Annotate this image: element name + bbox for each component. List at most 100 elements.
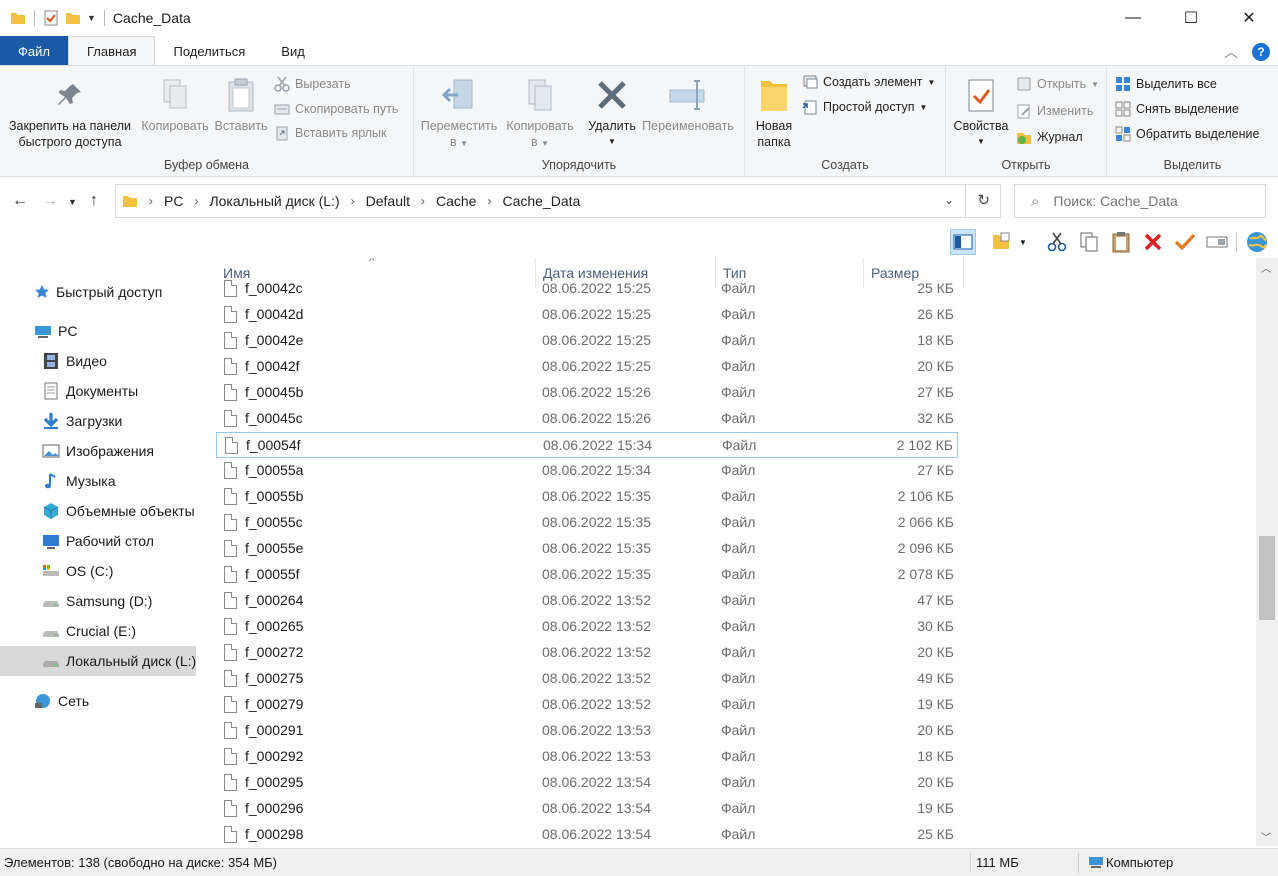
- address-bar[interactable]: › PC › Локальный диск (L:) › Default › C…: [115, 184, 1001, 218]
- nav-item-pc[interactable]: PC: [0, 316, 196, 346]
- nav-item-documents[interactable]: Документы: [0, 376, 196, 406]
- preview-pane-button[interactable]: [950, 229, 976, 255]
- table-row[interactable]: f_00055e 08.06.2022 15:35 Файл 2 096 КБ: [216, 536, 958, 562]
- table-row[interactable]: f_00042c 08.06.2022 15:25 Файл 25 КБ: [216, 276, 958, 302]
- select-none-button[interactable]: Снять выделение: [1115, 101, 1239, 117]
- copy-to-button[interactable]: Копировать в ▼: [500, 72, 580, 152]
- easy-access-button[interactable]: Простой доступ ▼: [802, 99, 927, 115]
- table-row[interactable]: f_000292 08.06.2022 13:53 Файл 18 КБ: [216, 744, 958, 770]
- vertical-scrollbar[interactable]: ︿ ﹀: [1256, 258, 1278, 846]
- delete-toolbar-button[interactable]: [1140, 229, 1166, 255]
- up-arrow-icon[interactable]: ↑: [90, 192, 98, 210]
- close-button[interactable]: ✕: [1220, 0, 1278, 36]
- scroll-down-arrow-icon[interactable]: ﹀: [1261, 829, 1271, 844]
- table-row[interactable]: f_000265 08.06.2022 13:52 Файл 30 КБ: [216, 614, 958, 640]
- details-pane-button[interactable]: [988, 229, 1014, 255]
- table-row[interactable]: f_000295 08.06.2022 13:54 Файл 20 КБ: [216, 770, 958, 796]
- cut-button[interactable]: Вырезать: [274, 76, 351, 92]
- breadcrumb-chevron-icon[interactable]: ›: [421, 194, 425, 208]
- table-row[interactable]: f_000272 08.06.2022 13:52 Файл 20 КБ: [216, 640, 958, 666]
- back-arrow-icon[interactable]: ←: [12, 192, 28, 210]
- history-button[interactable]: Журнал: [1016, 129, 1083, 145]
- refresh-icon[interactable]: ↻: [977, 191, 990, 209]
- customize-qa-dropdown-icon[interactable]: ▼: [87, 13, 96, 23]
- tab-file[interactable]: Файл: [0, 36, 68, 66]
- delete-button[interactable]: Удалить ▼: [584, 72, 640, 150]
- table-row[interactable]: f_000291 08.06.2022 13:53 Файл 20 КБ: [216, 718, 958, 744]
- nav-item-downloads[interactable]: Загрузки: [0, 406, 196, 436]
- nav-item-drive-d[interactable]: Samsung (D:): [0, 586, 196, 616]
- new-folder-icon[interactable]: [65, 10, 81, 26]
- table-row[interactable]: f_00055b 08.06.2022 15:35 Файл 2 106 КБ: [216, 484, 958, 510]
- breadcrumb-chevron-icon[interactable]: ›: [194, 194, 198, 208]
- copy-button[interactable]: Копировать: [138, 72, 212, 134]
- search-input[interactable]: [1053, 193, 1254, 209]
- table-row[interactable]: f_000296 08.06.2022 13:54 Файл 19 КБ: [216, 796, 958, 822]
- network-globe-button[interactable]: [1244, 229, 1270, 255]
- address-history-chevron-icon[interactable]: ⌄: [944, 193, 954, 207]
- paste-toolbar-button[interactable]: [1108, 229, 1134, 255]
- nav-item-network[interactable]: Сеть: [0, 686, 196, 716]
- forward-arrow-icon[interactable]: →: [42, 192, 58, 210]
- edit-button[interactable]: Изменить: [1016, 103, 1093, 119]
- properties-check-icon[interactable]: [43, 10, 59, 26]
- breadcrumb-pc[interactable]: PC: [164, 193, 183, 209]
- table-row[interactable]: f_00042f 08.06.2022 15:25 Файл 20 КБ: [216, 354, 958, 380]
- nav-item-3d-objects[interactable]: Объемные объекты: [0, 496, 196, 526]
- recent-locations-chevron-icon[interactable]: ▼: [68, 197, 77, 207]
- table-row[interactable]: f_000279 08.06.2022 13:52 Файл 19 КБ: [216, 692, 958, 718]
- table-row[interactable]: f_00054f 08.06.2022 15:34 Файл 2 102 КБ: [216, 432, 958, 458]
- table-row[interactable]: f_000298 08.06.2022 13:54 Файл 25 КБ: [216, 822, 958, 846]
- nav-item-drive-e[interactable]: Crucial (E:): [0, 616, 196, 646]
- table-row[interactable]: f_00045b 08.06.2022 15:26 Файл 27 КБ: [216, 380, 958, 406]
- cut-toolbar-button[interactable]: [1044, 229, 1070, 255]
- breadcrumb-chevron-icon[interactable]: ›: [487, 194, 491, 208]
- nav-item-drive-c[interactable]: OS (C:): [0, 556, 196, 586]
- table-row[interactable]: f_00055f 08.06.2022 15:35 Файл 2 078 КБ: [216, 562, 958, 588]
- invert-selection-button[interactable]: Обратить выделение: [1115, 126, 1259, 142]
- tab-view[interactable]: Вид: [263, 36, 323, 66]
- nav-item-desktop[interactable]: Рабочий стол: [0, 526, 196, 556]
- table-row[interactable]: f_00042e 08.06.2022 15:25 Файл 18 КБ: [216, 328, 958, 354]
- paste-shortcut-button[interactable]: Вставить ярлык: [274, 125, 387, 141]
- help-icon[interactable]: ?: [1252, 43, 1270, 61]
- table-row[interactable]: f_000264 08.06.2022 13:52 Файл 47 КБ: [216, 588, 958, 614]
- paste-button[interactable]: Вставить: [212, 72, 270, 134]
- rename-toolbar-button[interactable]: [1204, 229, 1230, 255]
- table-row[interactable]: f_00055c 08.06.2022 15:35 Файл 2 066 КБ: [216, 510, 958, 536]
- new-folder-button[interactable]: Новая папка: [749, 72, 799, 150]
- breadcrumb-local-disk[interactable]: Локальный диск (L:): [209, 193, 339, 209]
- nav-item-video[interactable]: Видео: [0, 346, 196, 376]
- breadcrumb-cache[interactable]: Cache: [436, 193, 476, 209]
- pin-quick-access-button[interactable]: Закрепить на панели быстрого доступа: [4, 72, 136, 150]
- properties-button[interactable]: Свойства ▼: [950, 72, 1012, 150]
- scroll-up-arrow-icon[interactable]: ︿: [1261, 260, 1271, 275]
- nav-item-quick-access[interactable]: Быстрый доступ: [0, 277, 196, 307]
- copy-path-button[interactable]: Скопировать путь: [274, 101, 398, 117]
- open-button[interactable]: Открыть ▼: [1016, 76, 1099, 92]
- tab-share[interactable]: Поделиться: [155, 36, 263, 66]
- collapse-ribbon-icon[interactable]: ︿: [1224, 42, 1238, 62]
- properties-toolbar-button[interactable]: [1172, 229, 1198, 255]
- rename-button[interactable]: Переименовать: [638, 72, 738, 134]
- nav-item-drive-l[interactable]: Локальный диск (L:): [0, 646, 196, 676]
- maximize-button[interactable]: ☐: [1162, 0, 1220, 36]
- breadcrumb-cache-data[interactable]: Cache_Data: [502, 193, 580, 209]
- search-box[interactable]: ⌕: [1014, 184, 1266, 218]
- table-row[interactable]: f_00042d 08.06.2022 15:25 Файл 26 КБ: [216, 302, 958, 328]
- breadcrumb-chevron-icon[interactable]: ›: [351, 194, 355, 208]
- tab-home[interactable]: Главная: [68, 36, 156, 66]
- nav-item-music[interactable]: Музыка: [0, 466, 196, 496]
- select-all-button[interactable]: Выделить все: [1115, 76, 1217, 92]
- table-row[interactable]: f_00055a 08.06.2022 15:34 Файл 27 КБ: [216, 458, 958, 484]
- new-item-button[interactable]: Создать элемент ▼: [802, 74, 935, 90]
- breadcrumb-chevron-icon[interactable]: ›: [149, 194, 153, 208]
- table-row[interactable]: f_000275 08.06.2022 13:52 Файл 49 КБ: [216, 666, 958, 692]
- pane-dropdown-icon[interactable]: ▼: [1016, 229, 1030, 255]
- move-to-button[interactable]: Переместить в ▼: [418, 72, 500, 152]
- breadcrumb-default[interactable]: Default: [366, 193, 410, 209]
- scrollbar-thumb[interactable]: [1259, 536, 1275, 620]
- minimize-button[interactable]: —: [1104, 0, 1162, 36]
- nav-item-pictures[interactable]: Изображения: [0, 436, 196, 466]
- copy-toolbar-button[interactable]: [1076, 229, 1102, 255]
